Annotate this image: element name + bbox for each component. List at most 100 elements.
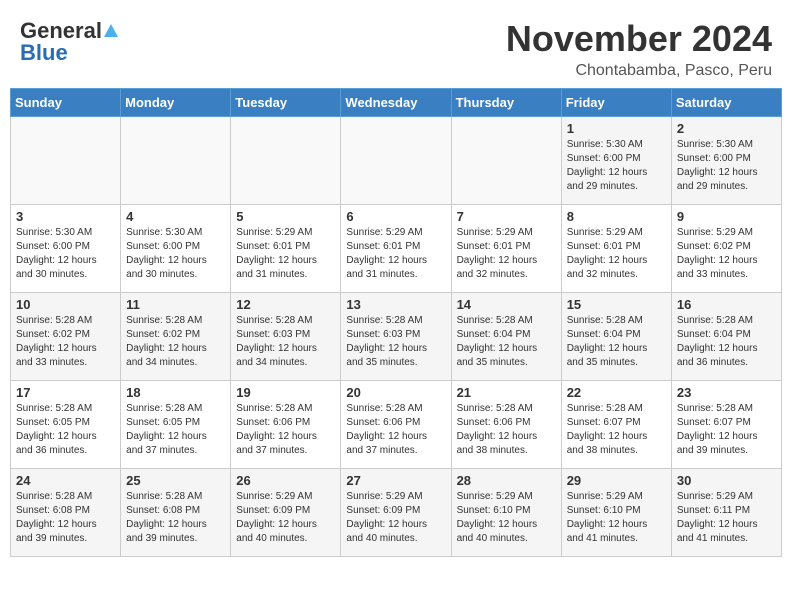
day-content: Sunrise: 5:28 AM Sunset: 6:05 PM Dayligh… bbox=[126, 402, 225, 458]
day-content: Sunrise: 5:28 AM Sunset: 6:08 PM Dayligh… bbox=[16, 490, 115, 546]
location-subtitle: Chontabamba, Pasco, Peru bbox=[506, 62, 772, 80]
day-content: Sunrise: 5:29 AM Sunset: 6:10 PM Dayligh… bbox=[567, 490, 666, 546]
calendar-cell: 18 Sunrise: 5:28 AM Sunset: 6:05 PM Dayli… bbox=[121, 381, 231, 469]
day-number: 29 bbox=[567, 473, 666, 488]
day-content: Sunrise: 5:29 AM Sunset: 6:01 PM Dayligh… bbox=[236, 226, 335, 282]
day-number: 7 bbox=[457, 209, 556, 224]
calendar-week-3: 10 Sunrise: 5:28 AM Sunset: 6:02 PM Dayli… bbox=[11, 293, 782, 381]
day-number: 8 bbox=[567, 209, 666, 224]
calendar-cell bbox=[11, 117, 121, 205]
calendar-cell: 6 Sunrise: 5:29 AM Sunset: 6:01 PM Daylig… bbox=[341, 205, 451, 293]
day-content: Sunrise: 5:28 AM Sunset: 6:02 PM Dayligh… bbox=[16, 314, 115, 370]
day-number: 12 bbox=[236, 297, 335, 312]
calendar-cell: 13 Sunrise: 5:28 AM Sunset: 6:03 PM Dayli… bbox=[341, 293, 451, 381]
calendar-cell: 14Sunrise: 5:28 AM Sunset: 6:04 PM Dayli… bbox=[451, 293, 561, 381]
calendar-cell bbox=[231, 117, 341, 205]
calendar-week-1: 1 Sunrise: 5:30 AM Sunset: 6:00 PM Daylig… bbox=[11, 117, 782, 205]
day-number: 1 bbox=[567, 121, 666, 136]
calendar-cell: 22Sunrise: 5:28 AM Sunset: 6:07 PM Dayli… bbox=[561, 381, 671, 469]
calendar-cell: 28 Sunrise: 5:29 AM Sunset: 6:10 PM Dayli… bbox=[451, 469, 561, 557]
calendar-cell: 30 Sunrise: 5:29 AM Sunset: 6:11 PM Dayli… bbox=[671, 469, 781, 557]
day-content: Sunrise: 5:28 AM Sunset: 6:07 PM Dayligh… bbox=[677, 402, 776, 458]
calendar-cell: 3Sunrise: 5:30 AM Sunset: 6:00 PM Daylig… bbox=[11, 205, 121, 293]
weekday-header-row: SundayMondayTuesdayWednesdayThursdayFrid… bbox=[11, 89, 782, 117]
logo: General Blue bbox=[20, 18, 118, 66]
day-number: 24 bbox=[16, 473, 115, 488]
calendar-cell: 11 Sunrise: 5:28 AM Sunset: 6:02 PM Dayli… bbox=[121, 293, 231, 381]
day-content: Sunrise: 5:28 AM Sunset: 6:03 PM Dayligh… bbox=[236, 314, 335, 370]
day-number: 21 bbox=[457, 385, 556, 400]
calendar-cell: 29 Sunrise: 5:29 AM Sunset: 6:10 PM Dayli… bbox=[561, 469, 671, 557]
day-content: Sunrise: 5:29 AM Sunset: 6:01 PM Dayligh… bbox=[346, 226, 445, 282]
weekday-header-saturday: Saturday bbox=[671, 89, 781, 117]
day-number: 20 bbox=[346, 385, 445, 400]
day-content: Sunrise: 5:28 AM Sunset: 6:06 PM Dayligh… bbox=[457, 402, 556, 458]
calendar-cell: 10 Sunrise: 5:28 AM Sunset: 6:02 PM Dayli… bbox=[11, 293, 121, 381]
day-number: 6 bbox=[346, 209, 445, 224]
calendar-cell bbox=[451, 117, 561, 205]
day-content: Sunrise: 5:29 AM Sunset: 6:09 PM Dayligh… bbox=[346, 490, 445, 546]
weekday-header-monday: Monday bbox=[121, 89, 231, 117]
day-number: 2 bbox=[677, 121, 776, 136]
day-number: 26 bbox=[236, 473, 335, 488]
weekday-header-wednesday: Wednesday bbox=[341, 89, 451, 117]
day-content: Sunrise: 5:29 AM Sunset: 6:11 PM Dayligh… bbox=[677, 490, 776, 546]
day-content: Sunrise: 5:28 AM Sunset: 6:05 PM Dayligh… bbox=[16, 402, 115, 458]
calendar-cell: 2 Sunrise: 5:30 AM Sunset: 6:00 PM Daylig… bbox=[671, 117, 781, 205]
day-number: 5 bbox=[236, 209, 335, 224]
day-content: Sunrise: 5:28 AM Sunset: 6:06 PM Dayligh… bbox=[236, 402, 335, 458]
calendar-cell: 25 Sunrise: 5:28 AM Sunset: 6:08 PM Dayli… bbox=[121, 469, 231, 557]
day-number: 15 bbox=[567, 297, 666, 312]
day-content: Sunrise: 5:30 AM Sunset: 6:00 PM Dayligh… bbox=[16, 226, 115, 282]
day-content: Sunrise: 5:29 AM Sunset: 6:02 PM Dayligh… bbox=[677, 226, 776, 282]
calendar-cell: 24 Sunrise: 5:28 AM Sunset: 6:08 PM Dayli… bbox=[11, 469, 121, 557]
day-number: 27 bbox=[346, 473, 445, 488]
day-content: Sunrise: 5:29 AM Sunset: 6:01 PM Dayligh… bbox=[567, 226, 666, 282]
day-number: 13 bbox=[346, 297, 445, 312]
day-content: Sunrise: 5:29 AM Sunset: 6:10 PM Dayligh… bbox=[457, 490, 556, 546]
day-content: Sunrise: 5:28 AM Sunset: 6:02 PM Dayligh… bbox=[126, 314, 225, 370]
calendar-week-5: 24 Sunrise: 5:28 AM Sunset: 6:08 PM Dayli… bbox=[11, 469, 782, 557]
weekday-header-friday: Friday bbox=[561, 89, 671, 117]
calendar-cell: 20Sunrise: 5:28 AM Sunset: 6:06 PM Dayli… bbox=[341, 381, 451, 469]
calendar-cell: 23 Sunrise: 5:28 AM Sunset: 6:07 PM Dayli… bbox=[671, 381, 781, 469]
day-number: 25 bbox=[126, 473, 225, 488]
day-number: 10 bbox=[16, 297, 115, 312]
calendar-cell: 4Sunrise: 5:30 AM Sunset: 6:00 PM Daylig… bbox=[121, 205, 231, 293]
calendar-week-4: 17 Sunrise: 5:28 AM Sunset: 6:05 PM Dayli… bbox=[11, 381, 782, 469]
weekday-header-sunday: Sunday bbox=[11, 89, 121, 117]
day-content: Sunrise: 5:28 AM Sunset: 6:04 PM Dayligh… bbox=[567, 314, 666, 370]
logo-triangle-icon bbox=[104, 24, 118, 37]
day-content: Sunrise: 5:29 AM Sunset: 6:09 PM Dayligh… bbox=[236, 490, 335, 546]
title-area: November 2024 Chontabamba, Pasco, Peru bbox=[506, 18, 772, 80]
day-number: 18 bbox=[126, 385, 225, 400]
day-content: Sunrise: 5:30 AM Sunset: 6:00 PM Dayligh… bbox=[677, 138, 776, 194]
day-number: 11 bbox=[126, 297, 225, 312]
calendar-cell: 1Sunrise: 5:30 AM Sunset: 6:00 PM Daylig… bbox=[561, 117, 671, 205]
calendar-cell: 12 Sunrise: 5:28 AM Sunset: 6:03 PM Dayli… bbox=[231, 293, 341, 381]
calendar-cell: 27 Sunrise: 5:29 AM Sunset: 6:09 PM Dayli… bbox=[341, 469, 451, 557]
calendar-cell: 16Sunrise: 5:28 AM Sunset: 6:04 PM Dayli… bbox=[671, 293, 781, 381]
weekday-header-thursday: Thursday bbox=[451, 89, 561, 117]
calendar-cell: 19Sunrise: 5:28 AM Sunset: 6:06 PM Dayli… bbox=[231, 381, 341, 469]
calendar-week-2: 3Sunrise: 5:30 AM Sunset: 6:00 PM Daylig… bbox=[11, 205, 782, 293]
calendar-cell: 5 Sunrise: 5:29 AM Sunset: 6:01 PM Daylig… bbox=[231, 205, 341, 293]
month-title: November 2024 bbox=[506, 18, 772, 60]
calendar-cell: 15 Sunrise: 5:28 AM Sunset: 6:04 PM Dayli… bbox=[561, 293, 671, 381]
day-content: Sunrise: 5:29 AM Sunset: 6:01 PM Dayligh… bbox=[457, 226, 556, 282]
day-number: 17 bbox=[16, 385, 115, 400]
day-number: 23 bbox=[677, 385, 776, 400]
header: General Blue November 2024 Chontabamba, … bbox=[10, 10, 782, 80]
day-number: 22 bbox=[567, 385, 666, 400]
calendar-cell: 7 Sunrise: 5:29 AM Sunset: 6:01 PM Daylig… bbox=[451, 205, 561, 293]
calendar-cell: 9 Sunrise: 5:29 AM Sunset: 6:02 PM Daylig… bbox=[671, 205, 781, 293]
calendar-cell: 26 Sunrise: 5:29 AM Sunset: 6:09 PM Dayli… bbox=[231, 469, 341, 557]
weekday-header-tuesday: Tuesday bbox=[231, 89, 341, 117]
day-number: 4 bbox=[126, 209, 225, 224]
day-content: Sunrise: 5:28 AM Sunset: 6:08 PM Dayligh… bbox=[126, 490, 225, 546]
day-content: Sunrise: 5:28 AM Sunset: 6:03 PM Dayligh… bbox=[346, 314, 445, 370]
calendar-cell bbox=[341, 117, 451, 205]
day-number: 30 bbox=[677, 473, 776, 488]
day-number: 9 bbox=[677, 209, 776, 224]
day-number: 28 bbox=[457, 473, 556, 488]
